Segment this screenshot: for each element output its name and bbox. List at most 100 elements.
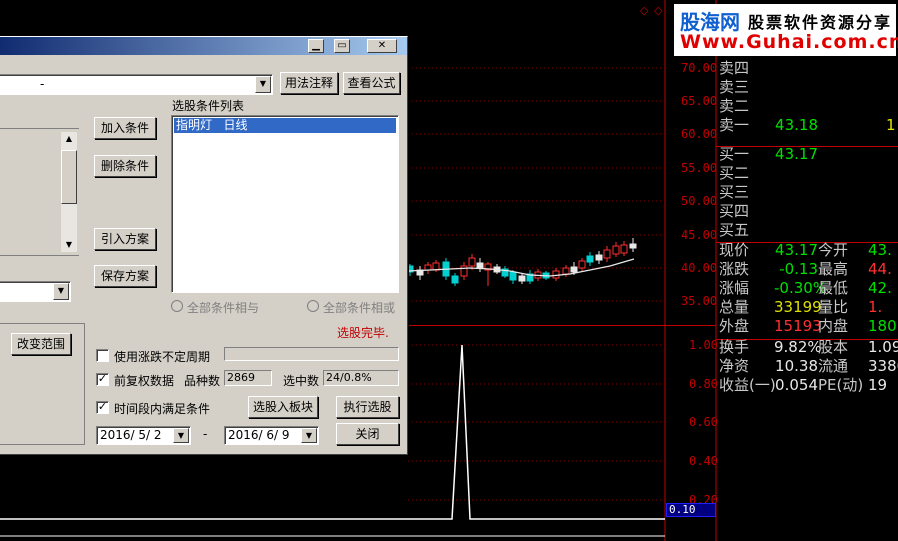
- status-text: 选股完毕.: [337, 326, 389, 340]
- divider: [0, 255, 79, 256]
- quote-label: 总量: [719, 298, 750, 316]
- candle-body: [424, 264, 432, 271]
- quote-value: 33199: [774, 298, 822, 316]
- cursor-value-box: 0.10: [666, 503, 716, 517]
- price-axis-tick: 50.00: [681, 194, 718, 208]
- candle-body: [586, 255, 594, 263]
- quote-row: 卖一 43.18 1: [716, 116, 898, 135]
- price-axis-tick: 55.00: [681, 161, 718, 175]
- quote-label: 买五: [719, 221, 750, 239]
- svg-text:◇: ◇: [640, 4, 649, 17]
- chevron-down-icon[interactable]: ▼: [255, 76, 271, 93]
- quote-value-2: 19: [868, 376, 888, 394]
- quote-row: 买四: [716, 202, 898, 221]
- candle-body: [509, 271, 517, 281]
- indicator-axis-tick: 1.00: [689, 338, 718, 352]
- quote-row: 净资 10.38流通 3380: [716, 357, 898, 376]
- usage-notes-button[interactable]: 用法注释: [280, 72, 338, 94]
- quote-value-2: 44.: [868, 260, 892, 278]
- chevron-down-icon[interactable]: ▼: [173, 428, 189, 443]
- scroll-up-icon[interactable]: ▲: [62, 132, 76, 146]
- select-to-block-button[interactable]: 选股入板块: [248, 396, 318, 418]
- all-and-label: 全部条件相与: [187, 301, 260, 315]
- candle-body: [468, 257, 476, 267]
- quote-row: 涨跌 -0.13 最高 44.: [716, 260, 898, 279]
- price-axis-tick: 35.00: [681, 294, 718, 308]
- add-condition-button[interactable]: 加入条件: [94, 117, 156, 139]
- close-window-button[interactable]: ✕: [367, 39, 397, 53]
- quote-row: 收益(一) 0.054 PE(动) 19: [716, 376, 898, 395]
- adjusted-data-checkbox[interactable]: ✓: [96, 373, 109, 386]
- quote-row: 买二: [716, 164, 898, 183]
- scroll-down-icon[interactable]: ▼: [62, 238, 76, 252]
- candle-body: [570, 266, 578, 273]
- quote-label: 卖四: [719, 59, 750, 77]
- svg-text:◇: ◇: [654, 4, 663, 17]
- uncertain-period-checkbox[interactable]: [96, 349, 109, 362]
- quote-label: 净资: [719, 357, 750, 375]
- change-range-button[interactable]: 改变范围: [11, 333, 71, 355]
- view-formula-button[interactable]: 查看公式: [343, 72, 400, 94]
- chevron-down-icon[interactable]: ▼: [301, 428, 317, 443]
- maximize-button[interactable]: ▭: [334, 39, 350, 53]
- parameter-scrollbar[interactable]: ▲ ▼: [61, 132, 77, 252]
- import-plan-button[interactable]: 引入方案: [94, 228, 156, 250]
- quote-value-2: 1.: [868, 298, 883, 316]
- quote-row: 换手 9.82% 股本 1.09: [716, 338, 898, 357]
- condition-item[interactable]: 指明灯 日线: [174, 118, 396, 133]
- period-field[interactable]: [224, 347, 399, 361]
- formula-select-value: -: [40, 77, 45, 91]
- quote-label: 卖三: [719, 78, 750, 96]
- quote-label: 买三: [719, 183, 750, 201]
- price-axis-tick: 70.00: [681, 61, 718, 75]
- date-to-picker[interactable]: 2016/ 6/ 9 ▼: [224, 426, 319, 445]
- close-button[interactable]: 关闭: [336, 423, 399, 445]
- chevron-down-icon[interactable]: ▼: [53, 283, 69, 300]
- quote-label: 卖二: [719, 97, 750, 115]
- save-plan-button[interactable]: 保存方案: [94, 265, 156, 287]
- candle-body: [595, 254, 603, 261]
- quote-label: 收益(一): [719, 376, 776, 394]
- indicator-axis-tick: 0.80: [689, 377, 718, 391]
- candle-body: [460, 265, 468, 277]
- candle-body: [451, 275, 459, 284]
- formula-select[interactable]: - ▼: [0, 74, 273, 95]
- variety-count-label: 品种数: [184, 374, 221, 388]
- period-select[interactable]: ▼: [0, 281, 71, 302]
- quote-value: 10.38: [775, 357, 818, 375]
- time-range-label: 时间段内满足条件: [114, 402, 211, 416]
- candlestick-series: [406, 238, 637, 286]
- minimize-button[interactable]: ▁: [308, 39, 324, 53]
- quote-label: 买二: [719, 164, 750, 182]
- price-axis-tick: 60.00: [681, 127, 718, 141]
- quote-label-2: PE(动): [818, 376, 864, 394]
- uncertain-period-label: 使用涨跌不定周期: [114, 350, 211, 364]
- quote-label: 换手: [719, 338, 750, 356]
- quote-row: 现价 43.17 今开 43.: [716, 241, 898, 260]
- all-or-radio[interactable]: [307, 300, 319, 312]
- dialog-titlebar[interactable]: ▁ ▭ ✕: [0, 37, 407, 55]
- watermark-slogan: 股票软件资源分享: [748, 13, 893, 32]
- selected-count-field: 24/0.8%: [323, 370, 399, 386]
- date-from-picker[interactable]: 2016/ 5/ 2 ▼: [96, 426, 191, 445]
- quote-value-2: 1: [886, 116, 896, 134]
- quote-label-2: 流通: [818, 357, 849, 375]
- time-range-checkbox[interactable]: ✓: [96, 401, 109, 414]
- scroll-thumb[interactable]: [61, 150, 77, 204]
- conditions-list[interactable]: 指明灯 日线: [171, 115, 399, 293]
- candle-body: [552, 270, 560, 279]
- quote-row: 卖三: [716, 78, 898, 97]
- date-separator: -: [203, 427, 208, 441]
- quote-value: -0.13: [779, 260, 818, 278]
- all-and-radio[interactable]: [171, 300, 183, 312]
- execute-selection-button[interactable]: 执行选股: [336, 396, 399, 418]
- delete-condition-button[interactable]: 删除条件: [94, 155, 156, 177]
- quote-value-2: 3380: [868, 357, 898, 375]
- quote-row: 买三: [716, 183, 898, 202]
- quote-label-2: 股本: [818, 338, 849, 356]
- quote-value-2: 180: [868, 317, 897, 335]
- quote-label: 买四: [719, 202, 750, 220]
- quote-value: 15193: [774, 317, 822, 335]
- candle-body: [612, 245, 620, 255]
- quote-label-2: 最低: [818, 279, 849, 297]
